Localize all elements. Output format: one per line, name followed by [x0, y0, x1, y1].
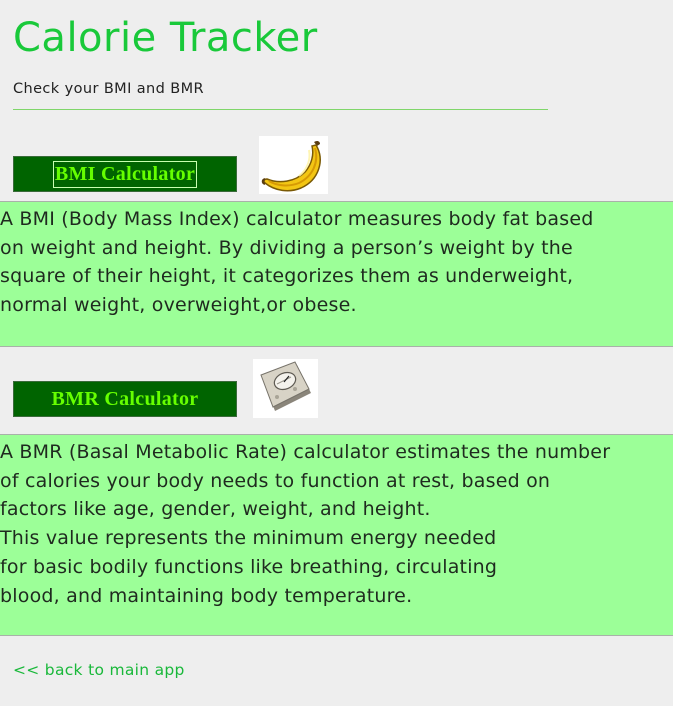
bmr-description-line: of calories your body needs to function … — [0, 469, 551, 492]
bmr-description-panel: A BMR (Basal Metabolic Rate) calculator … — [0, 434, 673, 636]
bmr-description-line: This value represents the minimum energy… — [0, 527, 497, 550]
bmr-description-line: factors like age, gender, weight, and he… — [0, 498, 431, 521]
bmi-calculator-button[interactable]: BMI Calculator — [13, 156, 237, 192]
bmi-description-line: normal weight, overweight,or obese. — [0, 294, 357, 317]
app-title: Calorie Tracker — [13, 15, 318, 61]
header-divider — [13, 109, 548, 110]
bmr-description-line: blood, and maintaining body temperature. — [0, 584, 413, 607]
bmr-description-line: for basic bodily functions like breathin… — [0, 555, 498, 578]
bmi-description-line: A BMI (Body Mass Index) calculator measu… — [0, 208, 594, 230]
banana-icon — [259, 136, 328, 194]
bmi-description-line: on weight and height. By dividing a pers… — [0, 236, 573, 259]
page-subtitle: Check your BMI and BMR — [13, 81, 204, 97]
bathroom-scale-icon — [253, 359, 318, 418]
bmi-description-line: square of their height, it categorizes t… — [0, 265, 574, 288]
back-to-main-app-link[interactable]: << back to main app — [13, 660, 185, 680]
bmi-description-panel: A BMI (Body Mass Index) calculator measu… — [0, 201, 673, 347]
bmr-description-line: A BMR (Basal Metabolic Rate) calculator … — [0, 441, 611, 463]
bmr-calculator-button[interactable]: BMR Calculator — [13, 381, 237, 417]
bmi-calculator-button-label: BMI Calculator — [52, 160, 198, 188]
bmr-calculator-button-label: BMR Calculator — [51, 387, 199, 410]
